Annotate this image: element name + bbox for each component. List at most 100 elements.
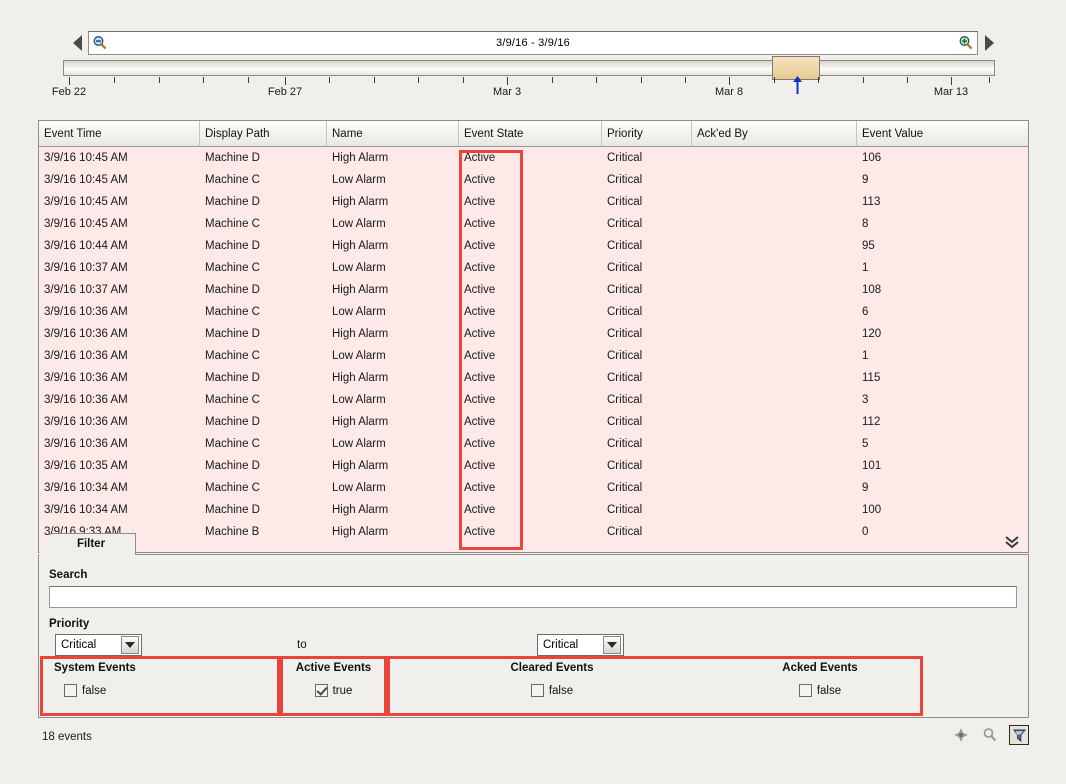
table-column-header[interactable]: Event State (459, 121, 602, 146)
timeline-tick (596, 77, 597, 83)
table-cell: Critical (602, 433, 692, 455)
table-column-header[interactable]: Event Time (39, 121, 200, 146)
priority-low-select[interactable]: Critical (55, 634, 142, 656)
cleared-events-checkbox[interactable] (531, 684, 544, 697)
filter-tab[interactable]: Filter (38, 533, 136, 555)
magnifier-icon[interactable] (980, 725, 1000, 745)
table-cell (692, 521, 857, 543)
table-row[interactable]: 3/9/16 10:45 AMMachine DHigh AlarmActive… (39, 191, 1028, 213)
table-cell: Active (459, 257, 602, 279)
search-input[interactable] (49, 586, 1017, 608)
next-range-button[interactable] (982, 30, 996, 56)
table-cell: Critical (602, 367, 692, 389)
previous-range-button[interactable] (70, 30, 84, 56)
table-cell: High Alarm (327, 455, 459, 477)
acked-events-row: false (717, 684, 923, 697)
timeline-tick (69, 77, 70, 85)
table-cell: High Alarm (327, 191, 459, 213)
table-cell: Active (459, 345, 602, 367)
table-row[interactable]: 3/9/16 10:44 AMMachine DHigh AlarmActive… (39, 235, 1028, 257)
table-row[interactable]: 3/9/16 9:33 AMMachine BHigh AlarmActiveC… (39, 521, 1028, 543)
chevron-down-icon[interactable] (121, 636, 139, 654)
table-cell: 3/9/16 10:35 AM (39, 455, 200, 477)
date-range-navigator: 3/9/16 - 3/9/16 (70, 30, 996, 56)
table-row[interactable]: 3/9/16 10:36 AMMachine DHigh AlarmActive… (39, 323, 1028, 345)
table-column-header[interactable]: Ack'ed By (692, 121, 857, 146)
table-cell: 5 (857, 433, 1028, 455)
timeline-track[interactable] (63, 60, 995, 76)
table-row[interactable]: 3/9/16 10:36 AMMachine DHigh AlarmActive… (39, 411, 1028, 433)
table-cell (692, 433, 857, 455)
system-events-checkbox[interactable] (64, 684, 77, 697)
table-row[interactable]: 3/9/16 10:35 AMMachine DHigh AlarmActive… (39, 455, 1028, 477)
table-cell: Machine C (200, 345, 327, 367)
magnifier-minus-icon[interactable] (89, 33, 111, 53)
table-cell: 3/9/16 10:45 AM (39, 169, 200, 191)
table-cell: 115 (857, 367, 1028, 389)
timeline-tick (159, 77, 160, 83)
magnifier-plus-icon[interactable] (955, 33, 977, 53)
timeline-tick-label: Mar 13 (934, 86, 968, 98)
table-cell: Critical (602, 235, 692, 257)
table-column-header[interactable]: Event Value (857, 121, 1028, 146)
table-cell: Machine C (200, 389, 327, 411)
table-cell: 3/9/16 10:44 AM (39, 235, 200, 257)
table-row[interactable]: 3/9/16 10:45 AMMachine CLow AlarmActiveC… (39, 213, 1028, 235)
table-cell (692, 455, 857, 477)
table-row[interactable]: 3/9/16 10:36 AMMachine CLow AlarmActiveC… (39, 345, 1028, 367)
table-cell: 112 (857, 411, 1028, 433)
table-row[interactable]: 3/9/16 10:36 AMMachine CLow AlarmActiveC… (39, 433, 1028, 455)
table-row[interactable]: 3/9/16 10:36 AMMachine DHigh AlarmActive… (39, 367, 1028, 389)
table-cell: High Alarm (327, 499, 459, 521)
table-row[interactable]: 3/9/16 10:36 AMMachine CLow AlarmActiveC… (39, 301, 1028, 323)
table-column-header[interactable]: Display Path (200, 121, 327, 146)
timeline-slider[interactable]: Feb 22Feb 27Mar 3Mar 8Mar 13 (63, 60, 995, 102)
table-cell: Critical (602, 477, 692, 499)
timeline-tick (641, 77, 642, 83)
acked-events-checkbox[interactable] (799, 684, 812, 697)
timeline-tick (248, 77, 249, 83)
table-cell: Machine D (200, 499, 327, 521)
table-cell: Critical (602, 279, 692, 301)
table-cell: Machine D (200, 279, 327, 301)
table-column-header[interactable]: Name (327, 121, 459, 146)
timeline-tick (818, 77, 819, 83)
table-row[interactable]: 3/9/16 10:45 AMMachine CLow AlarmActiveC… (39, 169, 1028, 191)
table-cell (692, 389, 857, 411)
table-row[interactable]: 3/9/16 10:37 AMMachine DHigh AlarmActive… (39, 279, 1028, 301)
table-row[interactable]: 3/9/16 10:37 AMMachine CLow AlarmActiveC… (39, 257, 1028, 279)
table-cell: Low Alarm (327, 433, 459, 455)
table-cell: High Alarm (327, 411, 459, 433)
table-cell: High Alarm (327, 323, 459, 345)
date-range-text: 3/9/16 - 3/9/16 (111, 37, 955, 49)
target-icon[interactable] (951, 725, 971, 745)
table-row[interactable]: 3/9/16 10:45 AMMachine DHigh AlarmActive… (39, 147, 1028, 169)
date-range-field[interactable]: 3/9/16 - 3/9/16 (88, 31, 978, 55)
table-cell: Active (459, 477, 602, 499)
system-events-value: false (82, 685, 106, 697)
priority-high-select[interactable]: Critical (537, 634, 624, 656)
table-cell: Active (459, 235, 602, 257)
table-cell (692, 345, 857, 367)
event-count-label: 18 events (42, 731, 92, 743)
timeline-ticks (63, 77, 995, 86)
table-row[interactable]: 3/9/16 10:36 AMMachine CLow AlarmActiveC… (39, 389, 1028, 411)
funnel-filter-icon[interactable] (1009, 725, 1029, 745)
timeline-tick (907, 77, 908, 83)
active-events-toggle-group: Active Events true (280, 660, 387, 712)
table-column-header[interactable]: Priority (602, 121, 692, 146)
table-row[interactable]: 3/9/16 10:34 AMMachine DHigh AlarmActive… (39, 499, 1028, 521)
table-row[interactable]: 3/9/16 10:34 AMMachine CLow AlarmActiveC… (39, 477, 1028, 499)
table-cell: 6 (857, 301, 1028, 323)
chevron-down-icon[interactable] (603, 636, 621, 654)
system-events-toggle-group: System Events false (40, 660, 280, 712)
table-cell: High Alarm (327, 521, 459, 543)
table-cell: Machine C (200, 477, 327, 499)
double-chevron-down-icon[interactable] (1004, 535, 1020, 549)
table-cell: Critical (602, 323, 692, 345)
table-cell: Machine D (200, 455, 327, 477)
active-events-checkbox[interactable] (315, 684, 328, 697)
table-cell: 3/9/16 10:36 AM (39, 323, 200, 345)
table-cell: 9 (857, 477, 1028, 499)
table-cell: Machine D (200, 191, 327, 213)
